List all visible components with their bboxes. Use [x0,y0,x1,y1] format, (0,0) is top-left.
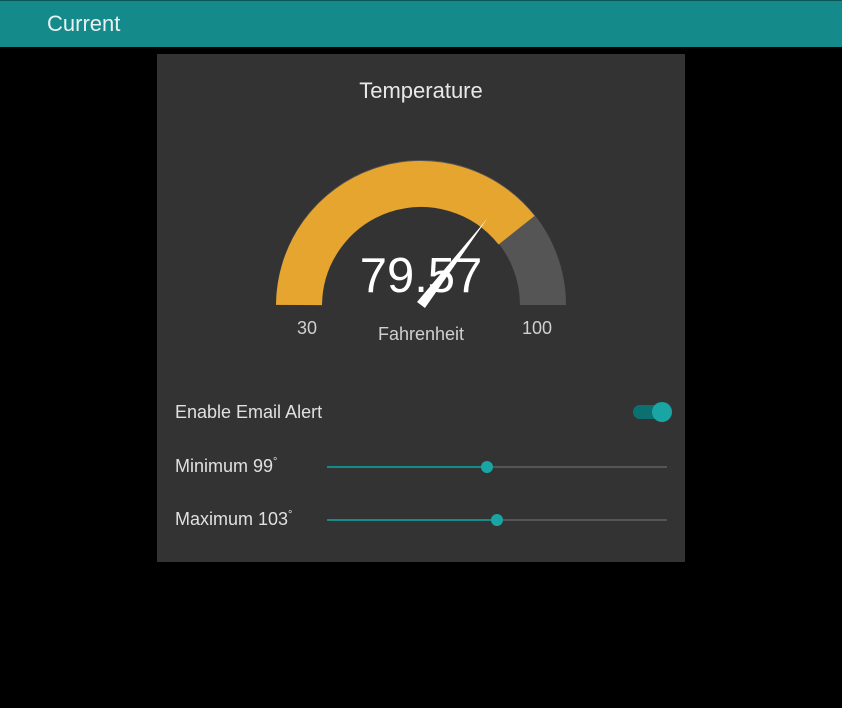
slider-thumb[interactable] [491,514,503,526]
maximum-label: Maximum 103° [175,509,305,530]
email-alert-row: Enable Email Alert [175,400,667,424]
gauge-value: 79.57 [360,248,483,304]
gauge-min-label: 30 [297,318,317,339]
card-title: Temperature [175,78,667,104]
minimum-row: Minimum 99° [175,456,667,477]
maximum-label-text: Maximum 103 [175,509,288,529]
main-content: Temperature 79.57 Fahrenheit 30 100 [0,47,842,562]
degree-symbol: ° [288,509,292,521]
gauge-unit: Fahrenheit [378,324,464,345]
toggle-knob [652,402,672,422]
maximum-slider[interactable] [327,510,667,530]
slider-fill [327,466,487,468]
degree-symbol: ° [273,456,277,468]
page-title: Current [47,11,120,37]
email-alert-toggle[interactable] [633,405,667,419]
controls-section: Enable Email Alert Minimum 99° Maximum 1… [175,400,667,530]
gauge-wrapper: 79.57 Fahrenheit 30 100 [175,160,667,350]
temperature-gauge: 79.57 Fahrenheit 30 100 [276,160,566,350]
email-alert-label: Enable Email Alert [175,402,322,423]
maximum-row: Maximum 103° [175,509,667,530]
slider-fill [327,519,497,521]
minimum-slider[interactable] [327,457,667,477]
slider-thumb[interactable] [481,461,493,473]
minimum-label: Minimum 99° [175,456,305,477]
minimum-label-text: Minimum 99 [175,456,273,476]
temperature-card: Temperature 79.57 Fahrenheit 30 100 [157,54,685,562]
gauge-max-label: 100 [522,318,552,339]
page-header: Current [0,0,842,47]
